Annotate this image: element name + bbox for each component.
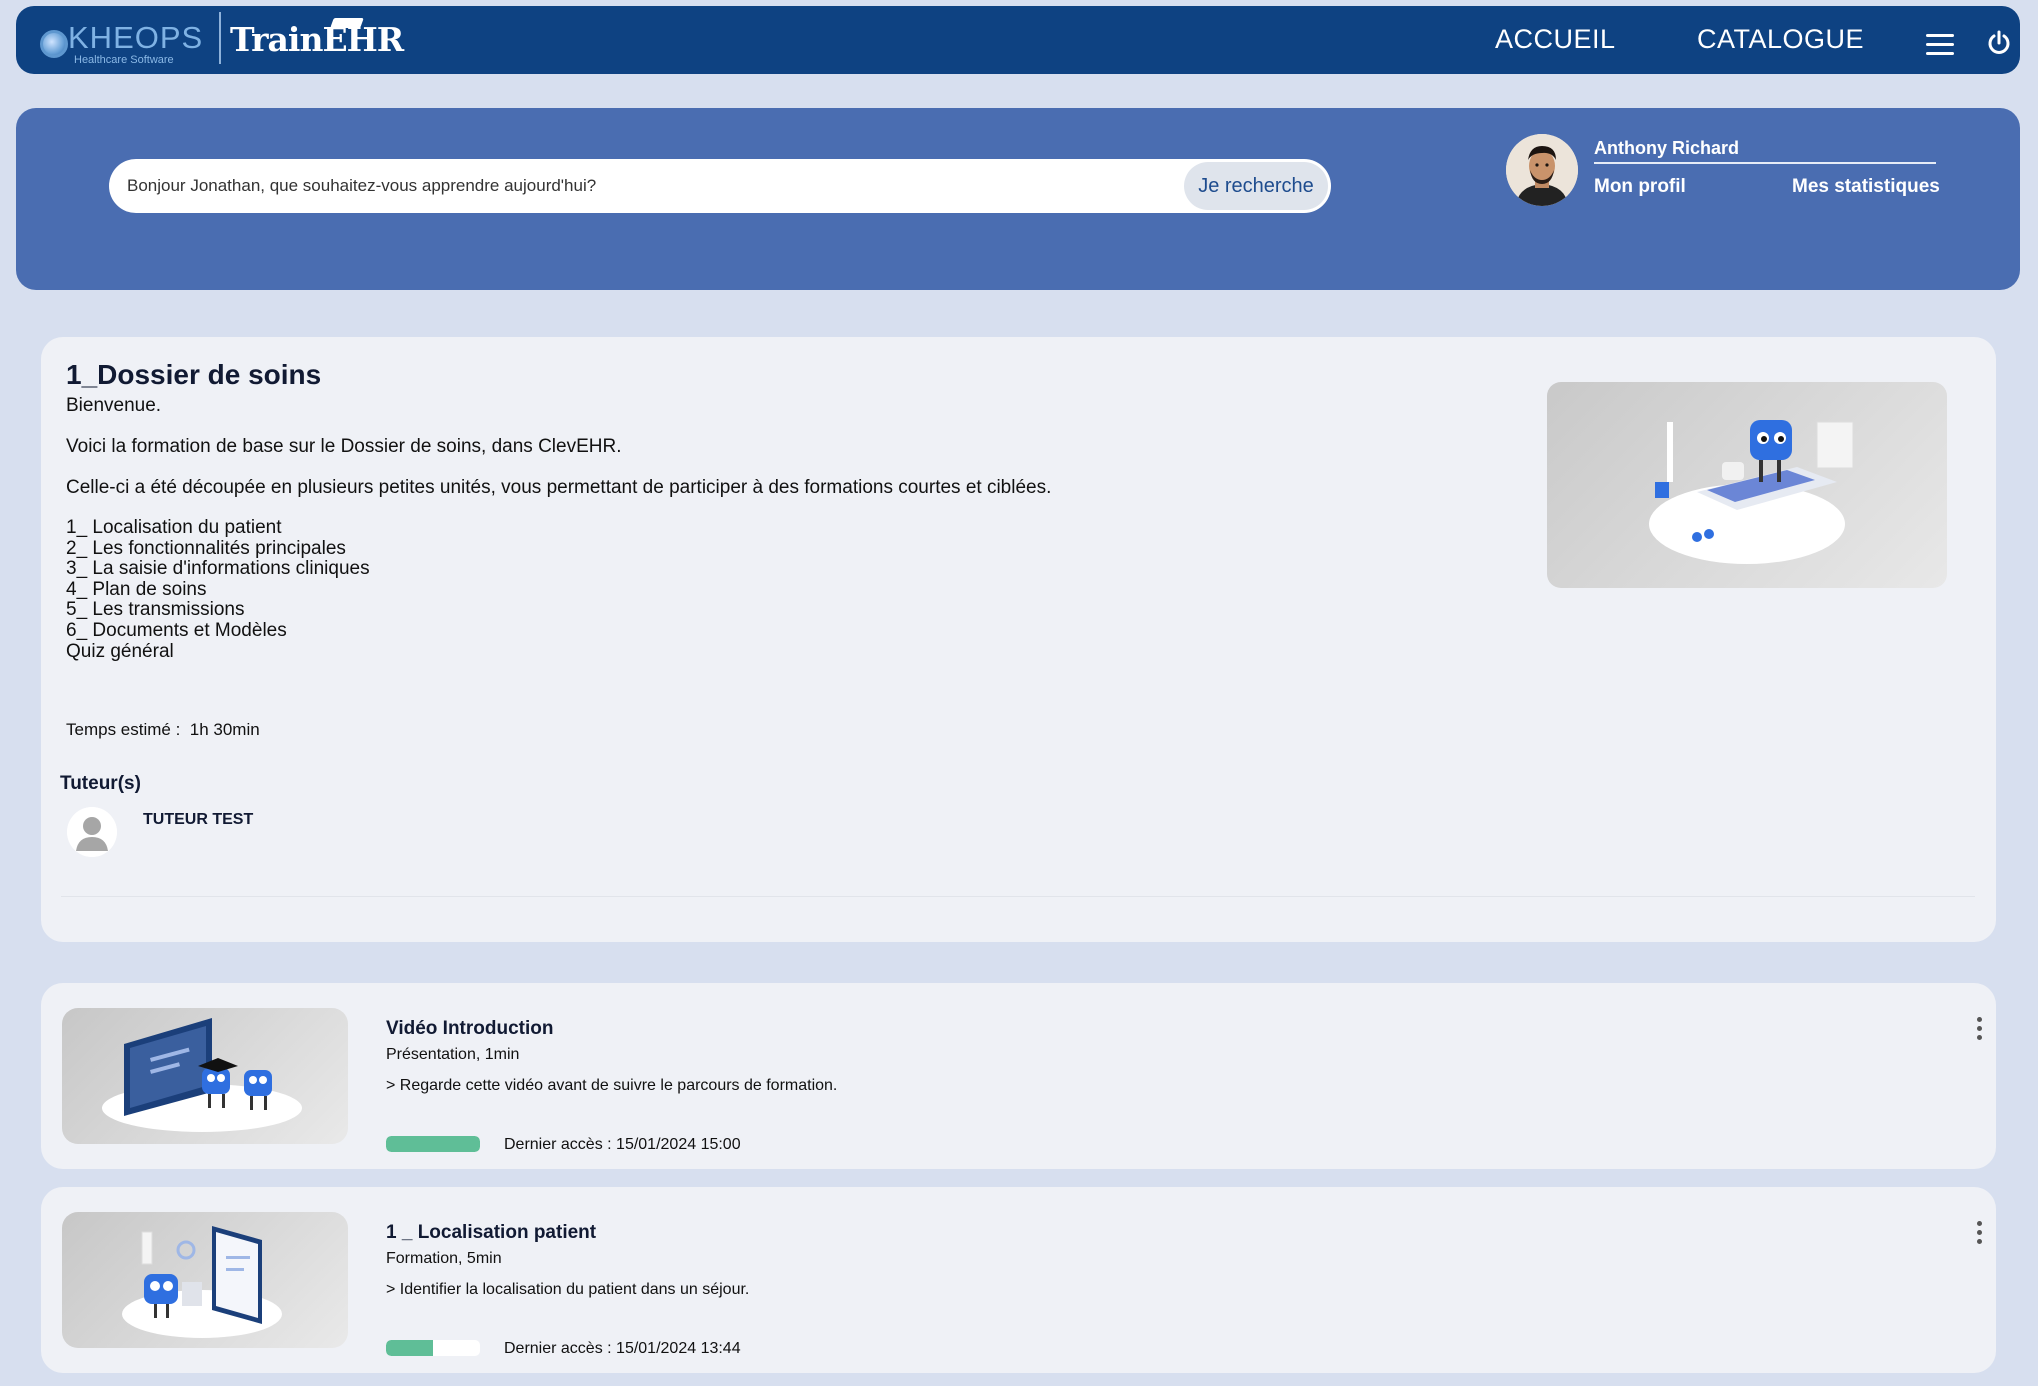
course-intro: Voici la formation de base sur le Dossie… (66, 436, 622, 457)
top-nav-bar: KHEOPS Healthcare Software TrainEHR ACCU… (16, 6, 2020, 74)
unit-item: 1_ Localisation du patient (66, 517, 282, 538)
unit-item: 2_ Les fonctionnalités principales (66, 537, 346, 559)
my-profile-link[interactable]: Mon profil (1594, 176, 1686, 198)
course-description: Celle-ci a été découpée en plusieurs pet… (66, 477, 1052, 498)
unit-item: 4_ Plan de soins (66, 578, 207, 600)
user-name: Anthony Richard (1594, 138, 1740, 158)
graduation-cap-icon (330, 18, 364, 28)
user-avatar[interactable] (1506, 134, 1578, 206)
module-thumbnail (62, 1212, 348, 1348)
user-avatar-image (1506, 134, 1578, 206)
module-progress-fill (386, 1340, 433, 1356)
course-divider (61, 896, 1975, 897)
user-divider (1594, 162, 1936, 164)
module-card[interactable]: 1 _ Localisation patient Formation, 5min… (41, 1187, 1996, 1373)
unit-item: 6_ Documents et Modèles (66, 619, 287, 641)
course-unit-list: 1_ Localisation du patient 2_ Les foncti… (66, 517, 370, 662)
tutors-heading: Tuteur(s) (60, 773, 141, 794)
search-banner: Je recherche Anthony Richard Mon profil … (16, 108, 2020, 290)
search-bar: Je recherche (109, 159, 1331, 213)
my-stats-link[interactable]: Mes statistiques (1792, 176, 1940, 198)
course-title: 1_Dossier de soins (66, 359, 322, 390)
module-title[interactable]: 1 _ Localisation patient (386, 1222, 596, 1244)
course-card: 1_Dossier de soins Bienvenue. Voici la f… (41, 337, 1996, 942)
course-welcome: Bienvenue. (66, 395, 162, 416)
kheops-logo-icon (40, 30, 68, 58)
more-options-icon[interactable] (1974, 1017, 1984, 1043)
module-last-access: Dernier accès : 15/01/2024 15:00 (504, 1136, 741, 1153)
unit-item: Quiz général (66, 640, 174, 662)
more-options-icon[interactable] (1974, 1221, 1984, 1247)
unit-item: 3_ La saisie d'informations cliniques (66, 558, 370, 580)
module-card[interactable]: Vidéo Introduction Présentation, 1min > … (41, 983, 1996, 1169)
search-button[interactable]: Je recherche (1184, 162, 1328, 210)
module-progress-fill (386, 1136, 480, 1152)
power-icon[interactable] (1986, 30, 2012, 56)
tutor-avatar-icon (67, 807, 117, 857)
estimated-time-label: Temps estimé : (66, 720, 181, 739)
search-input[interactable] (127, 159, 1177, 213)
kheops-logo-subtitle: Healthcare Software (74, 54, 174, 66)
module-description: > Identifier la localisation du patient … (386, 1281, 750, 1298)
kheops-logo-text: KHEOPS (68, 20, 204, 55)
estimated-time-value: 1h 30min (189, 720, 260, 739)
course-illustration (1547, 382, 1947, 588)
module-thumbnail (62, 1008, 348, 1144)
module-description: > Regarde cette vidéo avant de suivre le… (386, 1077, 838, 1094)
hamburger-menu-icon[interactable] (1926, 34, 1954, 56)
logo-divider (219, 12, 221, 64)
module-last-access: Dernier accès : 15/01/2024 13:44 (504, 1340, 741, 1357)
module-meta: Présentation, 1min (386, 1046, 520, 1063)
module-title[interactable]: Vidéo Introduction (386, 1018, 553, 1040)
module-progress-bar (386, 1340, 480, 1356)
module-meta: Formation, 5min (386, 1250, 502, 1267)
nav-catalogue[interactable]: CATALOGUE (1697, 24, 1864, 55)
module-progress-bar (386, 1136, 480, 1152)
trainehr-logo[interactable]: TrainEHR (230, 20, 404, 59)
estimated-time: Temps estimé : 1h 30min (66, 720, 260, 740)
tutor-name[interactable]: TUTEUR TEST (143, 811, 253, 829)
unit-item: 5_ Les transmissions (66, 599, 245, 621)
nav-accueil[interactable]: ACCUEIL (1495, 24, 1616, 55)
